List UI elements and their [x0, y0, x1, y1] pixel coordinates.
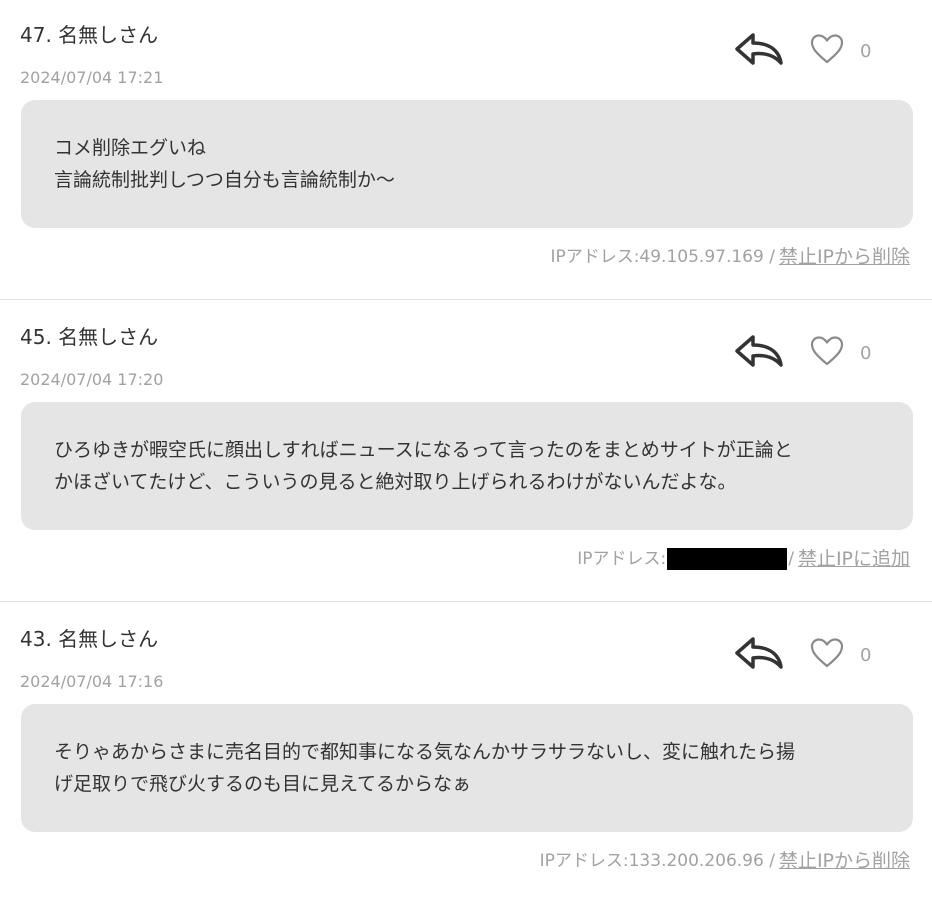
comment-author: 45. 名無しさん	[20, 325, 159, 349]
ip-address: IPアドレス:49.105.97.169 /	[550, 247, 775, 267]
reply-icon[interactable]	[733, 634, 785, 674]
heart-icon[interactable]	[810, 33, 844, 65]
reply-icon[interactable]	[733, 30, 785, 70]
like-count: 0	[860, 41, 872, 62]
comment-author: 43. 名無しさん	[20, 627, 159, 651]
comment-date: 2024/07/04 17:21	[20, 68, 164, 87]
comment-body: ひろゆきが暇空氏に顔出しすればニュースになるって言ったのをまとめサイトが正論と …	[21, 402, 913, 530]
comment-item: 43. 名無しさん 2024/07/04 17:16 0 そりゃあからさまに売名…	[0, 604, 932, 906]
ban-ip-add-link[interactable]: 禁止IPに追加	[798, 546, 910, 572]
ban-ip-delete-link[interactable]: 禁止IPから削除	[779, 244, 910, 270]
comment-author: 47. 名無しさん	[20, 23, 159, 47]
comment-body: コメ削除エグいね 言論統制批判しつつ自分も言論統制か〜	[21, 100, 913, 228]
like-count: 0	[860, 343, 872, 364]
like-count: 0	[860, 645, 872, 666]
ip-info: IPアドレス:133.200.206.96 / 禁止IPから削除	[540, 848, 910, 874]
comment-line: そりゃあからさまに売名目的で都知事になる気なんかサラサラないし、変に触れたら揚	[54, 741, 796, 763]
comment-date: 2024/07/04 17:20	[20, 370, 164, 389]
heart-icon[interactable]	[810, 335, 844, 367]
comment-divider	[0, 299, 932, 300]
heart-icon[interactable]	[810, 637, 844, 669]
reply-icon[interactable]	[733, 332, 785, 372]
comment-item: 45. 名無しさん 2024/07/04 17:20 0 ひろゆきが暇空氏に顔出…	[0, 302, 932, 604]
comment-line: げ足取りで飛び火するのも目に見えてるからなぁ	[54, 773, 472, 795]
comment-item: 47. 名無しさん 2024/07/04 17:21 0 コメ削除エグいね 言論…	[0, 0, 932, 302]
ip-address: IPアドレス:133.200.206.96 /	[539, 851, 775, 871]
redacted-ip-block	[667, 548, 788, 570]
comment-divider	[0, 601, 932, 602]
comment-line: コメ削除エグいね	[54, 137, 207, 159]
ip-address: IPアドレス:	[577, 549, 667, 569]
ip-info: IPアドレス: / 禁止IPに追加	[577, 546, 910, 572]
comment-line: 言論統制批判しつつ自分も言論統制か〜	[54, 169, 395, 191]
comment-date: 2024/07/04 17:16	[20, 672, 164, 691]
ip-separator: /	[788, 549, 794, 569]
comment-body: そりゃあからさまに売名目的で都知事になる気なんかサラサラないし、変に触れたら揚 …	[21, 704, 913, 832]
comment-line: かほざいてたけど、こういうの見ると絶対取り上げられるわけがないんだよな。	[54, 471, 737, 493]
ip-info: IPアドレス:49.105.97.169 / 禁止IPから削除	[550, 244, 910, 270]
comment-line: ひろゆきが暇空氏に顔出しすればニュースになるって言ったのをまとめサイトが正論と	[54, 439, 793, 461]
ban-ip-delete-link[interactable]: 禁止IPから削除	[779, 848, 910, 874]
